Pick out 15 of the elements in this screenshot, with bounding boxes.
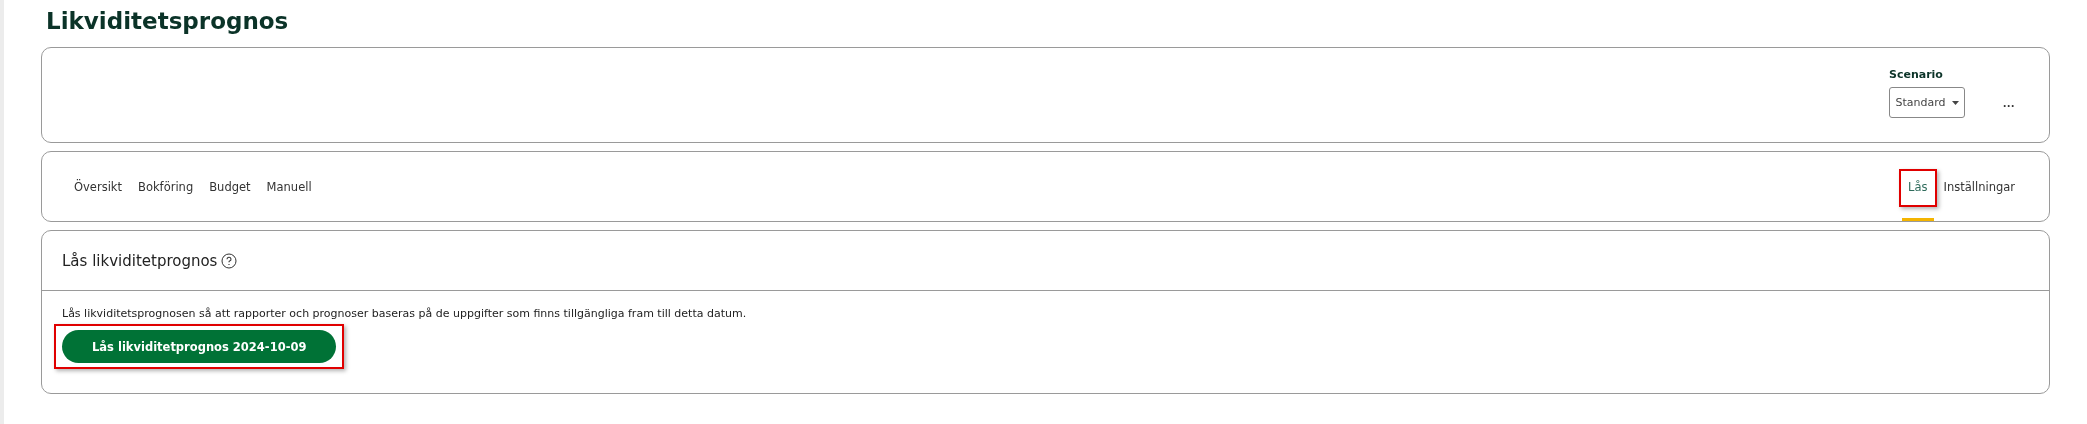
lock-button[interactable]: Lås likviditetprognos 2024-10-09	[62, 330, 337, 363]
panel-title: Lås likviditetprognos	[62, 251, 218, 270]
tab[interactable]: Inställningar	[1937, 152, 2021, 221]
help-icon[interactable]	[221, 252, 238, 269]
tab[interactable]: Översikt	[68, 152, 129, 221]
more-button[interactable]: ···	[1999, 96, 2019, 116]
page-title: Likviditetsprognos	[45, 7, 290, 36]
scenario-select[interactable]: Standard	[1889, 87, 1965, 118]
scenario-label: Scenario	[1889, 68, 1944, 81]
tab[interactable]: Manuell	[260, 152, 318, 221]
tab[interactable]: Budget	[203, 152, 257, 221]
description-text: Lås likviditetsprognosen så att rapporter och prognoser baseras på de uppgifter som finns tillgängliga fram till detta datum.	[62, 307, 747, 320]
tab[interactable]: Lås	[1902, 152, 1934, 221]
caret-icon	[1951, 100, 1959, 105]
tab[interactable]: Bokföring	[132, 152, 200, 221]
